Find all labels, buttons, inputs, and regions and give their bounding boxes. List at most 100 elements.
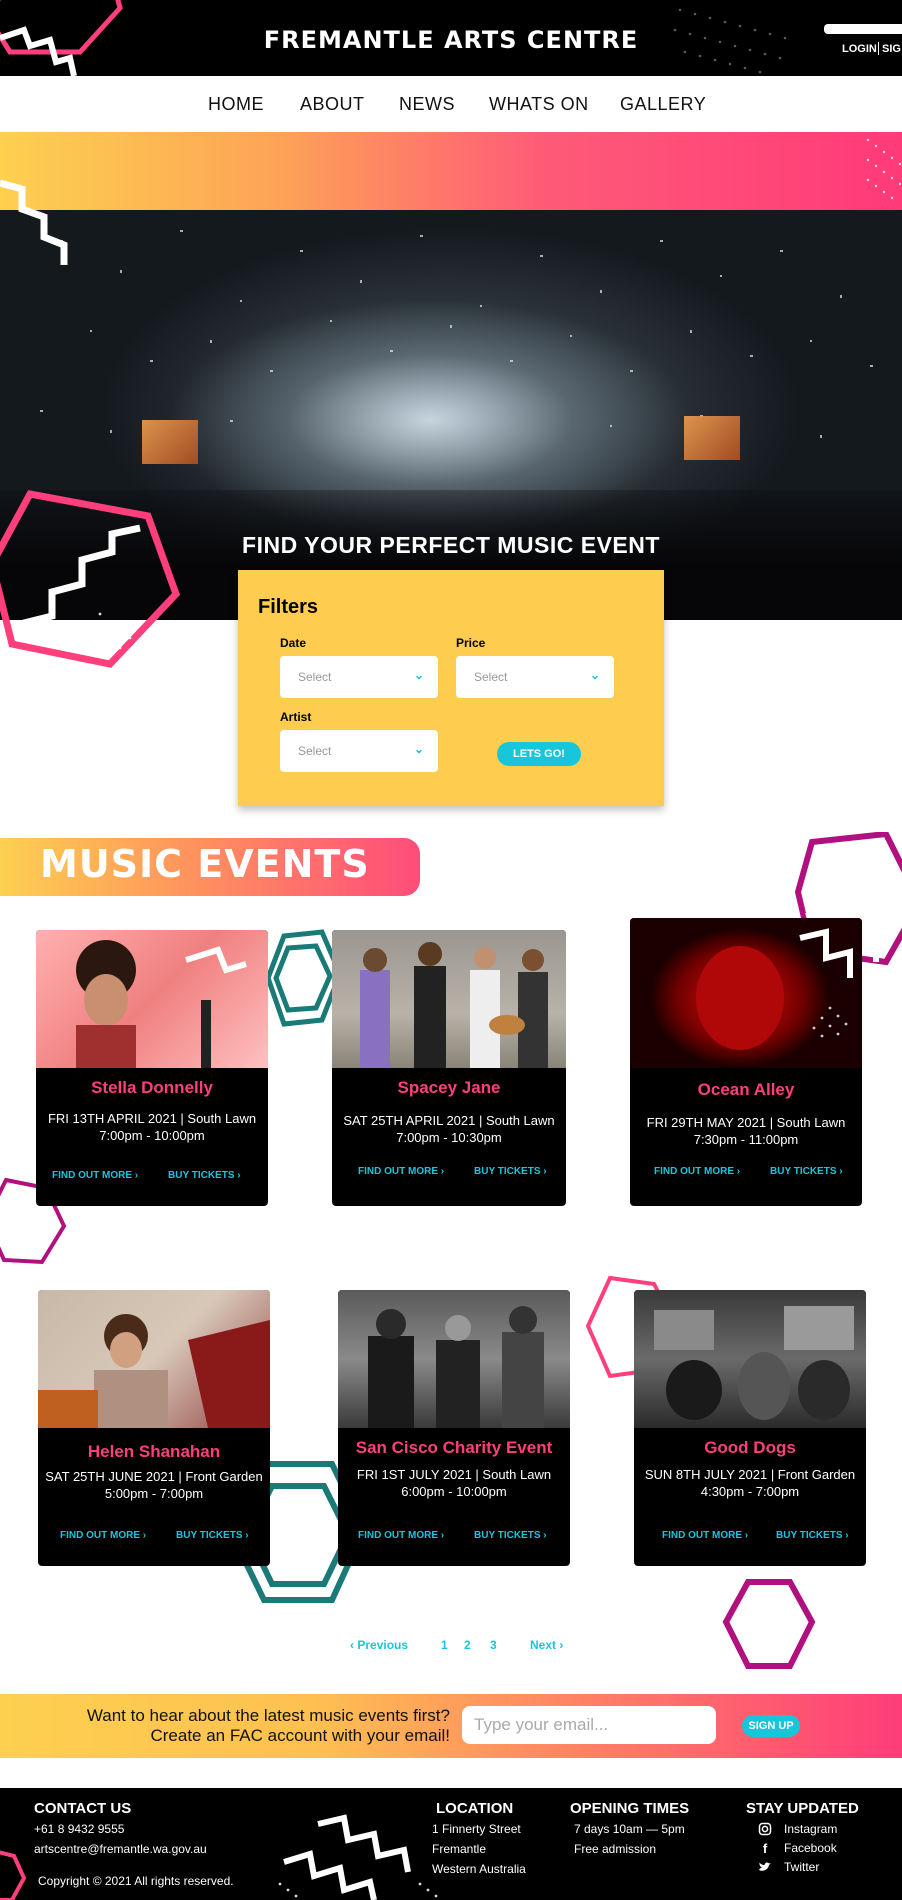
site-logo-title[interactable]: FREMANTLE ARTS CENTRE xyxy=(0,26,902,54)
find-out-more-link[interactable]: FIND OUT MORE › xyxy=(662,1530,748,1541)
event-name: Ocean Alley xyxy=(697,1080,795,1099)
event-name: Helen Shanahan xyxy=(87,1442,221,1461)
buy-tickets-link[interactable]: BUY TICKETS › xyxy=(168,1170,241,1181)
chevron-right-icon: › xyxy=(245,1530,249,1541)
event-card[interactable]: San Cisco Charity Event FRI 1ST JULY 202… xyxy=(338,1290,570,1566)
event-date: FRI 29TH MAY 2021 | South Lawn xyxy=(646,1115,846,1130)
price-label: Price xyxy=(456,636,486,650)
chevron-right-icon: › xyxy=(736,1166,741,1177)
hexagon-decoration-pink xyxy=(0,490,181,668)
event-card[interactable]: Stella Donnelly FRI 13TH APRIL 2021 | So… xyxy=(36,930,268,1206)
confetti-decoration xyxy=(40,230,873,438)
contact-email[interactable]: artscentre@fremantle.wa.gov.au xyxy=(34,1842,207,1856)
footer-hexagon-decoration xyxy=(0,1850,27,1900)
login-link[interactable]: LOGIN xyxy=(842,43,877,55)
artist-select[interactable]: Select ⌄ xyxy=(280,730,438,772)
social-heading: STAY UPDATED xyxy=(746,1800,859,1817)
page-link-2[interactable]: 2 xyxy=(464,1638,471,1652)
event-card[interactable]: Ocean Alley FRI 29TH MAY 2021 | South La… xyxy=(630,918,862,1206)
date-select-value: Select xyxy=(298,670,332,684)
filters-panel: Filters Date Select ⌄ Price Select ⌄ Art… xyxy=(238,570,664,806)
chevron-down-icon: ⌄ xyxy=(589,668,600,682)
contact-heading: CONTACT US xyxy=(34,1800,132,1817)
band-illustration xyxy=(360,942,548,1068)
buy-tickets-link[interactable]: BUY TICKETS › xyxy=(776,1530,849,1541)
nav-whats-on[interactable]: WHATS ON xyxy=(489,94,589,115)
event-time: 7:30pm - 11:00pm xyxy=(693,1132,799,1147)
buy-tickets-label: BUY TICKETS xyxy=(474,1166,541,1177)
nav-home[interactable]: HOME xyxy=(208,94,264,115)
find-out-more-link[interactable]: FIND OUT MORE › xyxy=(358,1530,444,1541)
location-line: Western Australia xyxy=(432,1862,526,1876)
nav-gallery[interactable]: GALLERY xyxy=(620,94,706,115)
event-photo-good-dogs xyxy=(634,1290,866,1428)
event-time: 6:00pm - 10:00pm xyxy=(401,1484,507,1499)
chevron-right-icon: › xyxy=(744,1530,749,1541)
signup-prompt: Want to hear about the latest music even… xyxy=(87,1706,450,1746)
location-line: 1 Finnerty Street xyxy=(432,1822,521,1836)
buy-tickets-label: BUY TICKETS xyxy=(770,1166,837,1177)
page-link-1[interactable]: 1 xyxy=(441,1638,448,1652)
buy-tickets-label: BUY TICKETS xyxy=(776,1530,843,1541)
next-label: Next xyxy=(530,1638,557,1652)
event-photo-ocean-alley xyxy=(630,918,862,1068)
event-date: FRI 1ST JULY 2021 | South Lawn xyxy=(356,1467,552,1482)
find-out-more-link[interactable]: FIND OUT MORE › xyxy=(654,1166,740,1177)
band-illustration xyxy=(654,1306,854,1420)
event-card[interactable]: Good Dogs SUN 8TH JULY 2021 | Front Gard… xyxy=(634,1290,866,1566)
event-name: San Cisco Charity Event xyxy=(355,1438,553,1457)
events-heading: MUSIC EVENTS xyxy=(40,842,370,886)
sign-up-button[interactable]: SIGN UP xyxy=(742,1715,800,1737)
hours-line: Free admission xyxy=(574,1842,657,1856)
event-card[interactable]: Spacey Jane SAT 25TH APRIL 2021 | South … xyxy=(332,930,566,1206)
artist-select-value: Select xyxy=(298,744,332,758)
pagination-previous[interactable]: ‹ Previous xyxy=(350,1638,408,1652)
singer-illustration xyxy=(696,928,853,1050)
buy-tickets-link[interactable]: BUY TICKETS › xyxy=(474,1166,547,1177)
find-out-more-link[interactable]: FIND OUT MORE › xyxy=(52,1170,138,1181)
find-out-more-link[interactable]: FIND OUT MORE › xyxy=(358,1166,444,1177)
portrait-illustration xyxy=(38,1314,270,1428)
buy-tickets-label: BUY TICKETS xyxy=(474,1530,541,1541)
twitter-label: Twitter xyxy=(784,1860,820,1874)
price-select[interactable]: Select ⌄ xyxy=(456,656,614,698)
event-time: 7:00pm - 10:30pm xyxy=(396,1130,502,1145)
signup-prompt-line1: Want to hear about the latest music even… xyxy=(86,1706,450,1725)
email-input[interactable] xyxy=(462,1706,716,1744)
chevron-right-icon: › xyxy=(440,1166,445,1177)
zigzag-decoration xyxy=(0,179,68,265)
event-name: Good Dogs xyxy=(704,1438,796,1457)
page-link-3[interactable]: 3 xyxy=(490,1638,497,1652)
chevron-right-icon: › xyxy=(543,1530,547,1541)
hero-heading: FIND YOUR PERFECT MUSIC EVENT xyxy=(242,532,660,558)
buy-tickets-label: BUY TICKETS xyxy=(176,1530,243,1541)
contact-phone[interactable]: +61 8 9432 9555 xyxy=(34,1822,124,1836)
pagination-next[interactable]: Next › xyxy=(530,1638,563,1652)
instagram-icon xyxy=(758,1822,772,1836)
find-out-more-link[interactable]: FIND OUT MORE › xyxy=(60,1530,146,1541)
lets-go-button[interactable]: LETS GO! xyxy=(497,742,581,766)
buy-tickets-link[interactable]: BUY TICKETS › xyxy=(176,1530,249,1541)
footer-zigzag-decoration xyxy=(278,1814,438,1900)
signup-prompt-line2: Create an FAC account with your email! xyxy=(150,1726,450,1745)
find-out-more-label: FIND OUT MORE xyxy=(654,1166,734,1177)
date-select[interactable]: Select ⌄ xyxy=(280,656,438,698)
stage-screen-right xyxy=(684,416,740,460)
buy-tickets-link[interactable]: BUY TICKETS › xyxy=(474,1530,547,1541)
location-heading: LOCATION xyxy=(436,1800,514,1817)
nav-news[interactable]: NEWS xyxy=(399,94,455,115)
event-card[interactable]: Helen Shanahan SAT 25TH JUNE 2021 | Fron… xyxy=(38,1290,270,1566)
chevron-down-icon: ⌄ xyxy=(413,742,424,756)
buy-tickets-link[interactable]: BUY TICKETS › xyxy=(770,1166,843,1177)
nav-about[interactable]: ABOUT xyxy=(300,94,365,115)
chevron-right-icon: › xyxy=(142,1530,147,1541)
signup-link[interactable]: SIG xyxy=(882,43,901,55)
event-photo-helen-shanahan xyxy=(38,1290,270,1428)
gradient-band xyxy=(0,132,902,210)
dots-decoration-right xyxy=(866,138,902,200)
chevron-right-icon: › xyxy=(440,1530,445,1541)
copyright: Copyright © 2021 All rights reserved. xyxy=(38,1874,234,1888)
chevron-down-icon: ⌄ xyxy=(413,668,424,682)
event-date: SAT 25TH JUNE 2021 | Front Garden xyxy=(45,1469,263,1484)
event-photo-spacey-jane xyxy=(332,930,566,1068)
